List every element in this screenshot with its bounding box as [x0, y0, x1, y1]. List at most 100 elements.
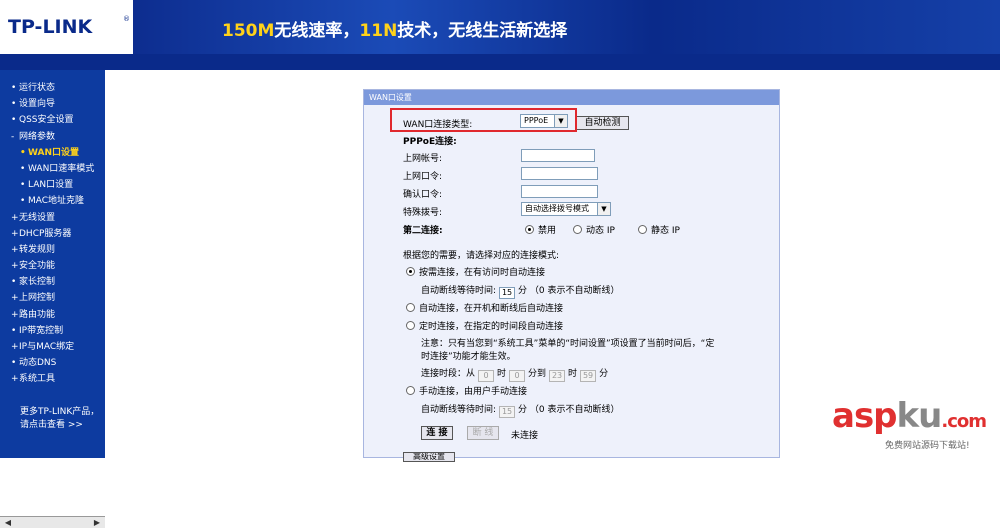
idle-time-suffix-1: 分 （0 表示不自动断线） [518, 286, 620, 296]
logo-area: TP-LINK ® [0, 0, 133, 54]
auto-detect-button[interactable]: 自动检测 [576, 116, 629, 130]
sidebar-item-15[interactable]: • IP带宽控制 [11, 323, 94, 339]
slogan-tech: 技术，无线生活新选择 [397, 21, 568, 41]
sidebar-item-11[interactable]: +安全功能 [11, 258, 94, 274]
special-dial-select[interactable]: 自动选择拨号模式 ▼ [521, 202, 611, 216]
account-input[interactable] [521, 149, 595, 162]
banner-slogan: 150M无线速率，11N技术，无线生活新选择 [222, 16, 567, 41]
second-disabled-option[interactable]: 禁用 [525, 223, 556, 236]
sidebar-item-label: 系统工具 [19, 374, 56, 385]
bullet-icon: + [11, 293, 19, 304]
idle-time-row-2: 自动断线等待时间: 15 分 （0 表示不自动断线） [421, 402, 620, 418]
slogan-11n: 11N [359, 21, 398, 41]
sidebar-item-1[interactable]: • 设置向导 [11, 96, 94, 112]
note-line-1: 注意：只有当您到“系统工具”菜单的“时间设置”项设置了当前时间后，“定 [421, 339, 715, 349]
more-products-line2: 请点击查看 >> [20, 420, 83, 430]
sidebar-item-13[interactable]: +上网控制 [11, 290, 94, 306]
sidebar-item-0[interactable]: • 运行状态 [11, 80, 94, 96]
sidebar-item-6[interactable]: • LAN口设置 [11, 177, 94, 193]
radio-static-ip[interactable] [638, 225, 647, 234]
scroll-left-icon[interactable]: ◀ [2, 517, 14, 529]
bullet-icon: • [20, 196, 26, 207]
end-hour-input[interactable]: 23 [549, 370, 566, 382]
panel-title: WAN口设置 [364, 90, 779, 105]
sidebar-item-10[interactable]: +转发规则 [11, 242, 94, 258]
idle-time-label-1: 自动断线等待时间: [421, 286, 497, 296]
start-minute-input[interactable]: 0 [509, 370, 526, 382]
bullet-icon: • [11, 83, 17, 93]
disconnect-button[interactable]: 断 线 [467, 426, 499, 440]
scroll-right-icon[interactable]: ▶ [91, 517, 103, 529]
horizontal-scrollbar[interactable]: ◀ ▶ [0, 516, 105, 528]
bullet-icon: • [20, 180, 26, 191]
sidebar-item-7[interactable]: • MAC地址克隆 [11, 193, 94, 209]
sidebar-item-17[interactable]: • 动态DNS [11, 355, 94, 371]
sidebar-item-8[interactable]: +无线设置 [11, 210, 94, 226]
sidebar-item-14[interactable]: +路由功能 [11, 307, 94, 323]
watermark-subtitle: 免费网站源码下载站! [885, 441, 970, 451]
mode-scheduled[interactable]: 定时连接，在指定的时间段自动连接 [406, 319, 563, 332]
mode-intro-text: 根据您的需要，请选择对应的连接模式: [403, 251, 560, 261]
idle-time-label-2: 自动断线等待时间: [421, 405, 497, 415]
confirm-password-label: 确认口令: [403, 190, 443, 200]
special-dial-value: 自动选择拨号模式 [525, 204, 589, 213]
sidebar-item-label: 路由功能 [19, 309, 56, 320]
idle-time-input-2[interactable]: 15 [499, 406, 516, 418]
sidebar-item-16[interactable]: +IP与MAC绑定 [11, 339, 94, 355]
radio-disabled[interactable] [525, 225, 534, 234]
radio-manual[interactable] [406, 386, 415, 395]
sidebar-item-label: DHCP服务器 [19, 228, 72, 239]
second-static-ip-option[interactable]: 静态 IP [638, 223, 680, 236]
idle-time-input-1[interactable]: 15 [499, 287, 516, 299]
sidebar-item-18[interactable]: +系统工具 [11, 371, 94, 387]
highlight-box [390, 108, 577, 132]
sidebar-item-label: 无线设置 [19, 212, 56, 223]
password-input[interactable] [521, 167, 598, 180]
mode-manual[interactable]: 手动连接，由用户手动连接 [406, 384, 527, 397]
bullet-icon: + [11, 309, 19, 320]
radio-dynamic-ip[interactable] [573, 225, 582, 234]
sidebar-item-12[interactable]: • 家长控制 [11, 274, 94, 290]
sidebar-item-4[interactable]: • WAN口设置 [11, 145, 94, 161]
sidebar-item-2[interactable]: • QSS安全设置 [11, 112, 94, 128]
sidebar-item-9[interactable]: +DHCP服务器 [11, 226, 94, 242]
advanced-settings-button[interactable]: 高级设置 [403, 452, 455, 462]
note-line-2: 时连接”功能才能生效。 [421, 352, 516, 362]
bullet-icon: + [11, 374, 19, 385]
radio-auto[interactable] [406, 303, 415, 312]
second-dynamic-ip-option[interactable]: 动态 IP [573, 223, 615, 236]
radio-on-demand[interactable] [406, 267, 415, 276]
tp-link-logo: TP-LINK [8, 16, 93, 38]
mode-on-demand[interactable]: 按需连接，在有访问时自动连接 [406, 265, 545, 278]
mode-auto[interactable]: 自动连接，在开机和断线后自动连接 [406, 301, 563, 314]
bullet-icon: + [11, 244, 19, 255]
connect-button[interactable]: 连 接 [421, 426, 453, 440]
bullet-icon: + [11, 261, 19, 272]
connection-status: 未连接 [511, 431, 539, 441]
radio-scheduled[interactable] [406, 321, 415, 330]
second-disabled-label: 禁用 [538, 226, 557, 236]
watermark-asp: asp [832, 396, 898, 436]
end-minute-input[interactable]: 59 [580, 370, 597, 382]
confirm-password-input[interactable] [521, 185, 598, 198]
watermark-com: .com [941, 411, 987, 432]
sidebar-item-5[interactable]: • WAN口速率模式 [11, 161, 94, 177]
watermark-logo: aspku.com [832, 396, 987, 436]
sidebar-item-label: 设置向导 [19, 99, 56, 110]
second-dynamic-ip-label: 动态 IP [586, 226, 615, 236]
sidebar-item-label: WAN口速率模式 [28, 163, 95, 174]
connection-period-row: 连接时段：从 0 时 0 分到 23 时 59 分 [421, 366, 608, 382]
bullet-icon: • [20, 147, 26, 158]
second-connection-label: 第二连接: [403, 226, 443, 236]
start-hour-input[interactable]: 0 [478, 370, 495, 382]
period-prefix: 连接时段：从 [421, 369, 476, 379]
bullet-icon: + [11, 342, 19, 352]
sidebar-item-3[interactable]: - 网络参数 [11, 129, 94, 145]
sidebar-item-label: 上网控制 [19, 293, 56, 304]
bullet-icon: • [20, 163, 26, 174]
sidebar-item-label: LAN口设置 [28, 180, 74, 191]
watermark-ku: ku [896, 396, 943, 436]
second-static-ip-label: 静态 IP [651, 226, 680, 236]
slogan-wireless-rate: 无线速率， [274, 21, 360, 41]
more-products-link[interactable]: 更多TP-LINK产品， 请点击查看 >> [20, 406, 99, 432]
